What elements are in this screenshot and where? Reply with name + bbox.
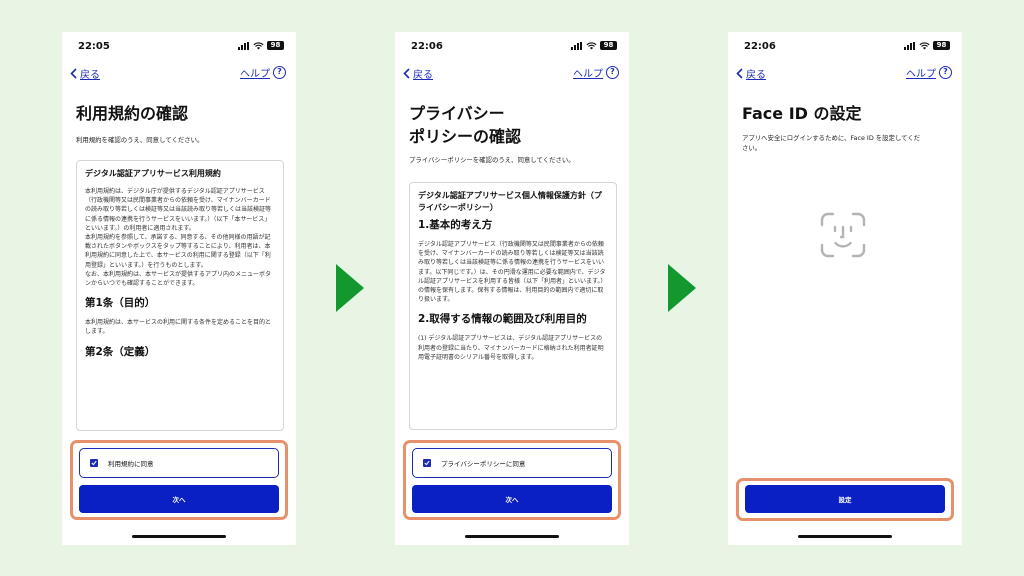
- nav-bar: 戻る ヘルプ ?: [728, 64, 962, 84]
- nav-bar: 戻る ヘルプ ?: [62, 64, 296, 84]
- section-text: 本利用規約は、本サービスの利用に関する条件を定めることを目的とします。: [85, 319, 272, 336]
- page-subtitle: 利用規約を確認のうえ、同意してください。: [76, 136, 204, 144]
- setup-button[interactable]: 設定: [745, 485, 945, 513]
- section-text: (1) デジタル認証アプリサービスは、デジタル認証アプリサービスの利用者の登録に…: [418, 335, 604, 361]
- back-button[interactable]: 戻る: [736, 66, 766, 81]
- document-heading: デジタル認証アプリサービス個人情報保護方針（プライバシーポリシー）: [418, 191, 602, 212]
- arrow-right-icon: [668, 264, 696, 312]
- battery-icon: 98: [267, 41, 284, 50]
- cellular-signal-icon: [904, 41, 916, 50]
- checkbox-checked-icon: [90, 459, 98, 467]
- privacy-document[interactable]: デジタル認証アプリサービス個人情報保護方針（プライバシーポリシー） 1.基本的考…: [409, 182, 617, 430]
- arrow-right-icon: [336, 264, 364, 312]
- status-bar: 22:05 98: [62, 32, 296, 60]
- question-circle-icon: ?: [939, 66, 952, 79]
- page-title-line: ポリシーの確認: [409, 127, 522, 146]
- home-indicator: [132, 535, 226, 538]
- wifi-icon: [253, 41, 264, 50]
- face-id-icon: [820, 212, 866, 258]
- cellular-signal-icon: [238, 41, 250, 50]
- checkbox-checked-icon: [423, 459, 431, 467]
- agree-label: プライバシーポリシーに同意: [441, 460, 526, 468]
- screen-terms-of-use: 22:05 98 戻る ヘルプ ? 利用規約の確認 利用規約を確認のうえ、同意し…: [62, 32, 296, 545]
- back-button[interactable]: 戻る: [70, 66, 100, 81]
- help-label: ヘルプ: [240, 69, 270, 80]
- highlight-frame: 利用規約に同意 次へ: [70, 440, 288, 520]
- section-title: 1.基本的考え方: [418, 219, 493, 231]
- document-paragraph: 本利用規約は、デジタル庁が提供するデジタル認証アプリサービス（行政機関等又は民間…: [85, 188, 272, 232]
- status-time: 22:05: [78, 41, 110, 52]
- section-title: 第1条（目的）: [85, 297, 156, 310]
- section-title: 2.取得する情報の範囲及び利用目的: [418, 313, 587, 326]
- page-title: Face ID の設定: [742, 104, 862, 123]
- next-button[interactable]: 次へ: [412, 485, 612, 513]
- back-label: 戻る: [746, 70, 766, 81]
- document-paragraph: なお、本利用規約は、本サービスが提供するアプリ内のメニューボタンからいつでも確認…: [85, 270, 272, 288]
- wifi-icon: [919, 41, 930, 50]
- next-button[interactable]: 次へ: [79, 485, 279, 513]
- question-circle-icon: ?: [273, 66, 286, 79]
- back-label: 戻る: [413, 70, 433, 81]
- battery-icon: 98: [933, 41, 950, 50]
- back-button[interactable]: 戻る: [403, 66, 433, 81]
- home-indicator: [465, 535, 559, 538]
- help-button[interactable]: ヘルプ ?: [906, 65, 952, 80]
- terms-document[interactable]: デジタル認証アプリサービス利用規約 本利用規約は、デジタル庁が提供するデジタル認…: [76, 160, 284, 431]
- status-bar: 22:06 98: [728, 32, 962, 60]
- section-text: デジタル認証アプリサービス（行政機関等又は民間事業者からの依頼を受け、マイナンバ…: [418, 241, 607, 304]
- help-button[interactable]: ヘルプ ?: [573, 65, 619, 80]
- document-paragraph: 本利用規約を参照して、承諾する、同意する、その他同様の用語が記載されたボタンやボ…: [85, 234, 271, 269]
- home-indicator: [798, 535, 892, 538]
- help-button[interactable]: ヘルプ ?: [240, 65, 286, 80]
- chevron-left-icon: [736, 68, 743, 79]
- page-title-line: プライバシー: [409, 104, 505, 123]
- page-subtitle: アプリへ安全にログインするために、Face ID を設定してください。: [742, 134, 921, 152]
- page-subtitle: プライバシーポリシーを確認のうえ、同意してください。: [409, 156, 575, 164]
- page-title: プライバシー ポリシーの確認: [409, 102, 619, 148]
- status-time: 22:06: [411, 41, 443, 52]
- status-bar: 22:06 98: [395, 32, 629, 60]
- document-heading: デジタル認証アプリサービス利用規約: [85, 169, 221, 178]
- page-title: 利用規約の確認: [76, 104, 189, 123]
- back-label: 戻る: [80, 70, 100, 81]
- section-title: 第2条（定義）: [85, 345, 156, 358]
- help-label: ヘルプ: [573, 69, 603, 80]
- question-circle-icon: ?: [606, 66, 619, 79]
- cellular-signal-icon: [571, 41, 583, 50]
- highlight-frame: 設定: [736, 478, 954, 521]
- chevron-left-icon: [70, 68, 77, 79]
- highlight-frame: プライバシーポリシーに同意 次へ: [403, 440, 621, 520]
- agree-checkbox[interactable]: プライバシーポリシーに同意: [412, 448, 612, 478]
- wifi-icon: [586, 41, 597, 50]
- status-time: 22:06: [744, 41, 776, 52]
- nav-bar: 戻る ヘルプ ?: [395, 64, 629, 84]
- screen-privacy-policy: 22:06 98 戻る ヘルプ ? プライバシー ポリシーの確認 プライバシーポ…: [395, 32, 629, 545]
- battery-icon: 98: [600, 41, 617, 50]
- agree-label: 利用規約に同意: [108, 460, 154, 468]
- chevron-left-icon: [403, 68, 410, 79]
- agree-checkbox[interactable]: 利用規約に同意: [79, 448, 279, 478]
- screen-face-id-setup: 22:06 98 戻る ヘルプ ? Face ID の設定 アプリへ安全にログイ…: [728, 32, 962, 545]
- help-label: ヘルプ: [906, 69, 936, 80]
